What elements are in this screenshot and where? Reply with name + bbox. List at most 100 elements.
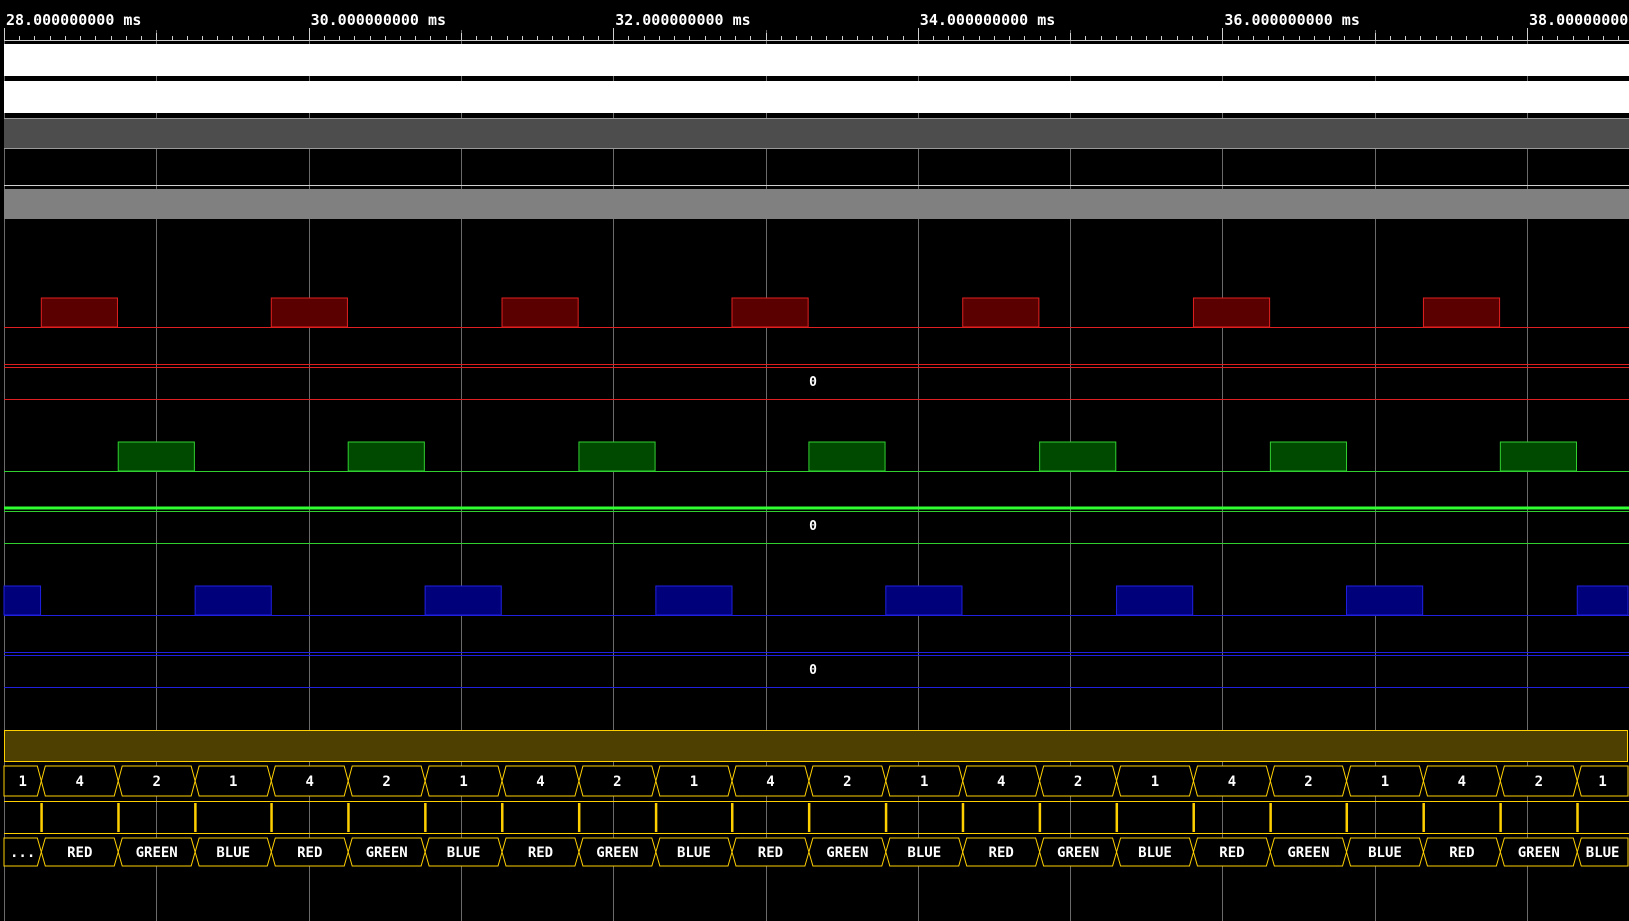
blue-pulse (1116, 585, 1194, 616)
strobe-marker (654, 803, 658, 832)
blue-pulse (1346, 585, 1424, 616)
blue-pulse (194, 585, 272, 616)
decode-number-label[interactable]: 1 (18, 774, 26, 790)
decode-color-label[interactable]: BLUE (216, 845, 250, 861)
decode-number-label[interactable]: 4 (1228, 774, 1236, 790)
decode-number-label[interactable]: 4 (76, 774, 84, 790)
ruler-time-label: 30.000000000 ms (311, 11, 446, 29)
green-pulse (117, 441, 195, 472)
decode-number-label[interactable]: 4 (766, 774, 774, 790)
decode-color-label[interactable]: BLUE (677, 845, 711, 861)
red-pulse (731, 297, 809, 328)
decode-number-label[interactable]: 2 (1304, 774, 1312, 790)
decode-number-label[interactable]: 2 (152, 774, 160, 790)
decode-color-label[interactable]: RED (758, 845, 783, 861)
decode-color-label[interactable]: GREEN (1518, 845, 1560, 861)
green-pulse (578, 441, 656, 472)
decode-number-label[interactable]: 2 (613, 774, 621, 790)
decode-color-label[interactable]: GREEN (1287, 845, 1329, 861)
red-pulse (40, 297, 118, 328)
decode-number-label[interactable]: 1 (920, 774, 928, 790)
decode-number-label[interactable]: 1 (1598, 774, 1606, 790)
strobe-marker (1499, 803, 1502, 832)
strobe-marker (1345, 803, 1349, 832)
strobe-marker (270, 803, 273, 832)
decode-color-label[interactable]: BLUE (1138, 845, 1172, 861)
decode-color-label[interactable]: GREEN (596, 845, 638, 861)
decode-color-label[interactable]: GREEN (826, 845, 868, 861)
decode-number-label[interactable]: 1 (459, 774, 467, 790)
strobe-marker (884, 803, 888, 832)
blue-pulse (424, 585, 502, 616)
red-pulse (1422, 297, 1501, 328)
green-zero-label: 0 (809, 519, 817, 534)
white-bus-track-1 (4, 44, 1629, 76)
decode-color-label[interactable]: BLUE (907, 845, 941, 861)
white-bus-track-2 (4, 81, 1629, 113)
decode-color-label[interactable]: RED (297, 845, 322, 861)
strobe-marker (501, 803, 504, 832)
decode-number-label[interactable]: 4 (536, 774, 544, 790)
strobe-marker (1422, 803, 1425, 832)
strobe-marker (1576, 803, 1579, 832)
blue-pulse (3, 585, 42, 616)
green-pulse (808, 441, 886, 472)
decode-number-label[interactable]: 1 (229, 774, 237, 790)
strobe-marker (1038, 803, 1042, 832)
green-pulse (1499, 441, 1577, 472)
decode-number-label[interactable]: 4 (306, 774, 314, 790)
strobe-marker (730, 803, 734, 832)
strobe-marker (347, 803, 350, 832)
decode-color-label[interactable]: GREEN (136, 845, 178, 861)
red-pulse (1192, 297, 1271, 328)
decode-color-label[interactable]: ... (10, 845, 35, 861)
dark-gray-bus-track (4, 119, 1629, 149)
decode-color-label[interactable]: GREEN (1057, 845, 1099, 861)
red-pulse (501, 297, 579, 328)
decode-color-label[interactable]: RED (1449, 845, 1474, 861)
decode-number-label[interactable]: 2 (1074, 774, 1082, 790)
blue-pulse (885, 585, 963, 616)
strobe-marker (117, 803, 120, 832)
strobe-marker (1192, 803, 1195, 832)
ruler-time-label: 28.000000000 ms (6, 11, 141, 29)
strobe-marker (577, 803, 581, 832)
red-pulse (270, 297, 348, 328)
decode-number-label[interactable]: 1 (690, 774, 698, 790)
decode-color-label[interactable]: RED (67, 845, 92, 861)
decode-color-label[interactable]: RED (989, 845, 1014, 861)
strobe-marker (40, 803, 43, 832)
ruler-time-label: 32.000000000 ms (615, 11, 750, 29)
strobe-marker (1115, 803, 1119, 832)
decode-number-label[interactable]: 2 (382, 774, 390, 790)
green-pulse (347, 441, 425, 472)
ruler-time-label: 38.00000000 (1529, 11, 1628, 29)
decode-number-label[interactable]: 1 (1381, 774, 1389, 790)
red-zero-label: 0 (809, 375, 817, 390)
decode-number-label[interactable]: 1 (1151, 774, 1159, 790)
decode-color-label[interactable]: GREEN (366, 845, 408, 861)
decode-number-label[interactable]: 2 (843, 774, 851, 790)
strobe-marker (424, 803, 427, 832)
decode-number-label[interactable]: 2 (1535, 774, 1543, 790)
decode-number-label[interactable]: 4 (997, 774, 1005, 790)
decode-color-label[interactable]: BLUE (1586, 845, 1620, 861)
decode-color-label[interactable]: RED (1219, 845, 1244, 861)
yellow-bus-track (4, 730, 1628, 762)
green-pulse (1269, 441, 1348, 472)
bus-tracks (4, 44, 1629, 219)
green-pulse (1039, 441, 1117, 472)
strobe-marker (1269, 803, 1272, 832)
blue-pulse (1576, 585, 1629, 616)
decode-color-label[interactable]: RED (528, 845, 553, 861)
decode-number-label[interactable]: 4 (1458, 774, 1466, 790)
waveform-view[interactable]: 28.000000000 ms 30.000000000 ms 32.0000000… (0, 0, 1629, 921)
ruler-time-label: 34.000000000 ms (920, 11, 1055, 29)
decode-color-label[interactable]: BLUE (447, 845, 481, 861)
blue-zero-label: 0 (809, 663, 817, 678)
strobe-marker (961, 803, 965, 832)
decode-color-label[interactable]: BLUE (1368, 845, 1402, 861)
gray-bus-track (4, 189, 1629, 219)
ruler-time-label: 36.000000000 ms (1224, 11, 1359, 29)
yellow-analog-track[interactable] (4, 730, 1628, 762)
